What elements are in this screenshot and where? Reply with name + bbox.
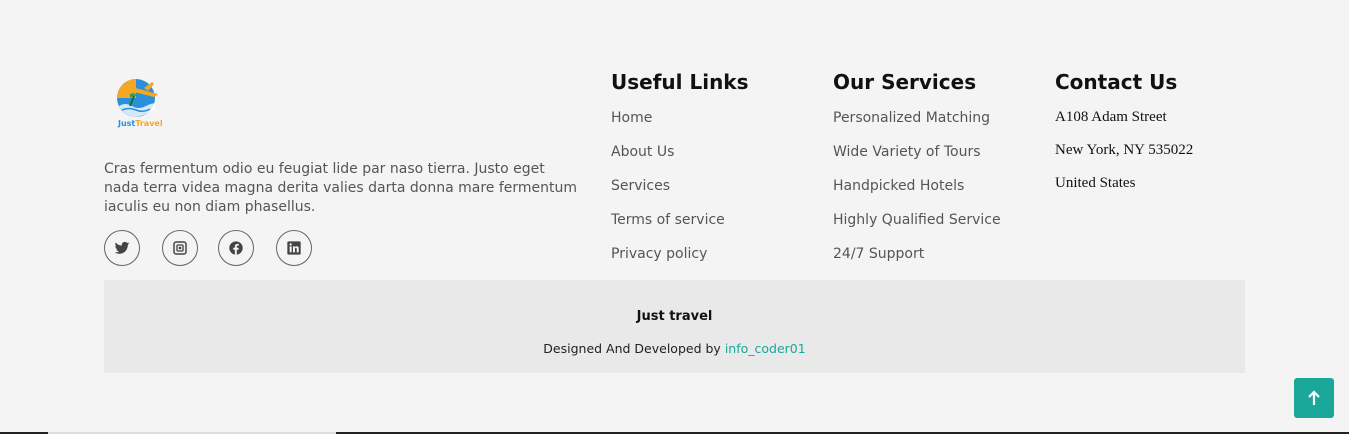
facebook-icon (229, 241, 243, 255)
just-travel-logo[interactable]: JustTravel (114, 76, 166, 130)
arrow-up-icon (1308, 390, 1320, 405)
footer-link-terms[interactable]: Terms of service (611, 212, 725, 228)
logo-graphic-icon (117, 79, 158, 117)
useful-links-title: Useful Links (611, 70, 749, 94)
footer-description: Cras fermentum odio eu feugiat lide par … (104, 161, 578, 215)
copyright-bar: Just travel Designed And Developed by in… (104, 280, 1245, 373)
facebook-link[interactable] (218, 230, 254, 266)
instagram-link[interactable] (162, 230, 198, 266)
service-link-qualified[interactable]: Highly Qualified Service (833, 212, 1001, 228)
twitter-icon (114, 241, 130, 254)
contact-street: A108 Adam Street (1055, 109, 1167, 125)
service-link-hotels[interactable]: Handpicked Hotels (833, 178, 964, 194)
back-to-top-button[interactable] (1294, 378, 1334, 418)
footer-link-home[interactable]: Home (611, 110, 652, 126)
footer-link-services[interactable]: Services (611, 178, 670, 194)
linkedin-link[interactable] (276, 230, 312, 266)
contact-country: United States (1055, 175, 1136, 191)
footer-credits: Designed And Developed by info_coder01 (104, 341, 1245, 356)
instagram-icon (173, 241, 187, 255)
site-footer: JustTravel Cras fermentum odio eu feugia… (0, 0, 1349, 434)
credits-author-link[interactable]: info_coder01 (725, 341, 806, 356)
footer-brand-name: Just travel (636, 309, 713, 324)
footer-link-privacy[interactable]: Privacy policy (611, 246, 707, 262)
contact-city: New York, NY 535022 (1055, 142, 1194, 158)
footer-link-about[interactable]: About Us (611, 144, 674, 160)
logo-text: JustTravel (118, 119, 163, 128)
service-link-matching[interactable]: Personalized Matching (833, 110, 990, 126)
service-link-support[interactable]: 24/7 Support (833, 246, 924, 262)
contact-us-title: Contact Us (1055, 70, 1178, 94)
service-link-tours[interactable]: Wide Variety of Tours (833, 144, 981, 160)
twitter-link[interactable] (104, 230, 140, 266)
linkedin-icon (287, 241, 301, 255)
credits-text: Designed And Developed by (543, 341, 721, 356)
our-services-title: Our Services (833, 70, 977, 94)
